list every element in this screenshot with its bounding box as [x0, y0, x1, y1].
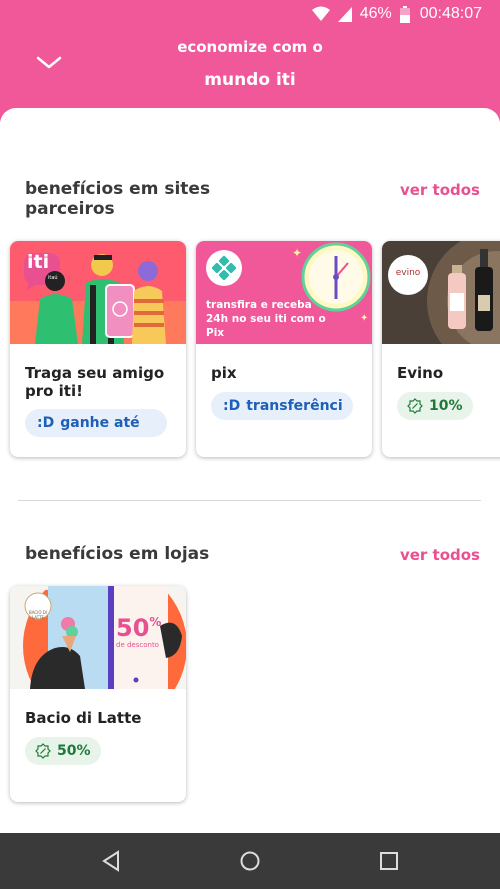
section-title-sites: benefícios em sites parceiros — [25, 179, 211, 219]
promo-percentage: 50 — [116, 614, 150, 642]
cashback-icon: :D — [37, 415, 55, 431]
card-image-refer: iti itaú — [10, 241, 186, 344]
status-icons: 46% — [311, 5, 410, 23]
recents-icon[interactable] — [378, 849, 400, 873]
card-pix[interactable]: ✦ ✦ transfira e receba 24h no seu iti co… — [196, 241, 372, 457]
card-image-pix: ✦ ✦ transfira e receba 24h no seu iti co… — [196, 241, 372, 344]
content-sheet: benefícios em sites parceiros ver todos — [0, 108, 500, 833]
offer-pill-label: ganhe até — [60, 415, 140, 431]
svg-text:✦: ✦ — [360, 313, 368, 324]
offer-pill-label: 50% — [57, 743, 91, 759]
back-icon[interactable] — [100, 849, 122, 873]
chevron-down-icon[interactable] — [36, 56, 62, 70]
card-title: pix — [211, 364, 237, 382]
promo-badge: 50% de desconto — [116, 616, 161, 649]
iti-badge-label: iti — [27, 251, 50, 273]
offer-pill-label: 10% — [429, 398, 463, 414]
offer-pill: :D transferênci — [211, 392, 353, 420]
offer-pill: 10% — [397, 392, 473, 420]
signal-icon — [337, 7, 352, 22]
itau-badge-label: itaú — [48, 275, 58, 281]
card-refer-friend[interactable]: iti itaú Traga seu amigo pro iti! :D gan… — [10, 241, 186, 457]
offer-pill-label: transferênci — [246, 398, 343, 414]
card-title: Bacio di Latte — [25, 709, 142, 727]
cashback-icon: :D — [223, 398, 241, 414]
pix-banner-caption: transfira e receba 24h no seu iti com o … — [206, 299, 326, 339]
see-all-stores-link[interactable]: ver todos — [400, 546, 480, 564]
wifi-icon — [311, 6, 330, 21]
evino-logo: evino — [395, 268, 421, 278]
header-title-line2: mundo iti — [204, 70, 296, 90]
card-image-evino: evino — [382, 241, 500, 344]
see-all-sites-link[interactable]: ver todos — [400, 181, 480, 199]
clock: 00:48:07 — [419, 5, 482, 22]
card-bacio-di-latte[interactable]: BACIO DI LATTE 50% de desconto Bacio di … — [10, 586, 186, 802]
home-icon[interactable] — [238, 849, 262, 873]
discount-badge-icon — [35, 743, 51, 759]
card-evino[interactable]: evino Evino 10% — [382, 241, 500, 457]
card-image-bacio: BACIO DI LATTE 50% de desconto — [10, 586, 186, 689]
promo-subtitle: de desconto — [116, 641, 159, 649]
card-title: Traga seu amigo pro iti! — [25, 364, 165, 400]
section-title-stores: benefícios em lojas — [25, 544, 210, 564]
status-bar-right: 46% 00:48:07 — [311, 5, 482, 23]
evino-illustration — [388, 241, 500, 344]
battery-icon — [399, 5, 410, 23]
offer-pill: 50% — [25, 737, 101, 765]
svg-text:✦: ✦ — [292, 246, 302, 260]
offer-pill: :D ganhe até — [25, 409, 167, 437]
header-title-line1: economize com o — [177, 38, 323, 56]
battery-percent: 46% — [359, 5, 392, 22]
discount-badge-icon — [407, 398, 423, 414]
section-divider — [18, 500, 481, 501]
bacio-logo: BACIO DI LATTE — [28, 610, 48, 620]
status-bar: 46% 00:48:07 — [0, 0, 500, 30]
promo-percent-sign: % — [149, 615, 162, 629]
card-title: Evino — [397, 364, 444, 382]
system-nav-bar — [0, 833, 500, 889]
